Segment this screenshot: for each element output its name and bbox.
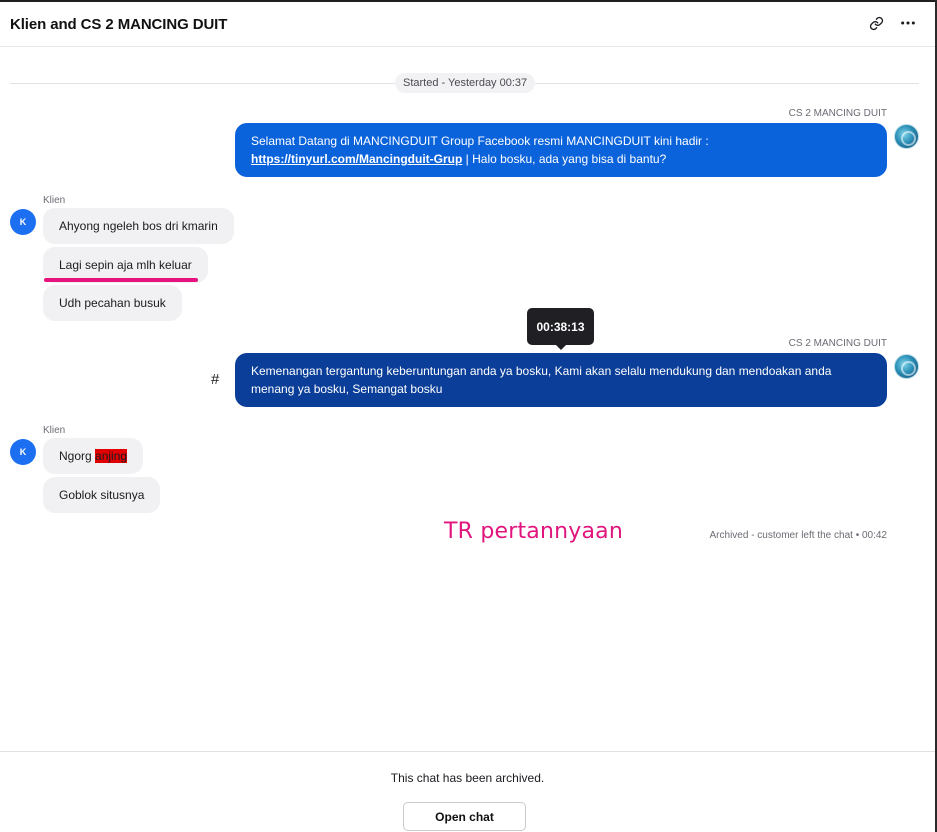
started-label: Started - Yesterday 00:37 <box>395 73 536 93</box>
link-icon[interactable] <box>867 14 885 32</box>
client-message-bubble[interactable]: Ngorg anjing <box>43 438 144 474</box>
agent-avatar <box>894 354 919 379</box>
client-name-label: Klien <box>43 425 66 436</box>
agent-name-label: CS 2 MANCING DUIT <box>788 108 887 119</box>
chat-header: Klien and CS 2 MANCING DUIT <box>0 2 935 47</box>
chat-footer: This chat has been archived. Open chat <box>0 751 935 832</box>
client-avatar: K <box>10 209 36 235</box>
agent-message-text: Selamat Datang di MANCINGDUIT Group Face… <box>251 134 709 148</box>
client-name-label: Klien <box>43 195 66 206</box>
timestamp-tooltip: 00:38:13 <box>527 308 594 350</box>
client-message-bubble[interactable]: Goblok situsnya <box>43 477 161 513</box>
archived-message: This chat has been archived. <box>390 771 545 785</box>
hash-symbol: # <box>211 371 220 388</box>
group-link[interactable]: https://tinyurl.com/Mancingduit-Grup <box>251 152 462 166</box>
chat-title: Klien and CS 2 MANCING DUIT <box>10 15 228 33</box>
client-message-bubble[interactable]: Udh pecahan busuk <box>43 285 182 321</box>
agent-message-bubble[interactable]: Kemenangan tergantung keberuntungan anda… <box>235 353 887 407</box>
client-message-text: Ngorg <box>59 449 96 463</box>
highlighted-word: anjing <box>95 449 128 463</box>
agent-message-text: | Halo bosku, ada yang bisa di bantu? <box>462 152 667 166</box>
header-actions <box>867 14 917 32</box>
open-chat-button[interactable]: Open chat <box>403 802 526 831</box>
more-icon[interactable] <box>899 14 917 32</box>
agent-message-text: Kemenangan tergantung keberuntungan anda… <box>251 364 832 396</box>
handwritten-annotation: TR pertannyaan <box>444 519 623 544</box>
client-avatar: K <box>10 439 36 465</box>
client-message-bubble[interactable]: Ahyong ngeleh bos dri kmarin <box>43 208 234 244</box>
agent-avatar <box>894 124 919 149</box>
pink-underline-annotation <box>44 278 198 282</box>
agent-name-label: CS 2 MANCING DUIT <box>788 338 887 349</box>
archived-note: Archived - customer left the chat • 00:4… <box>709 530 887 541</box>
agent-message-bubble[interactable]: Selamat Datang di MANCINGDUIT Group Face… <box>235 123 887 177</box>
